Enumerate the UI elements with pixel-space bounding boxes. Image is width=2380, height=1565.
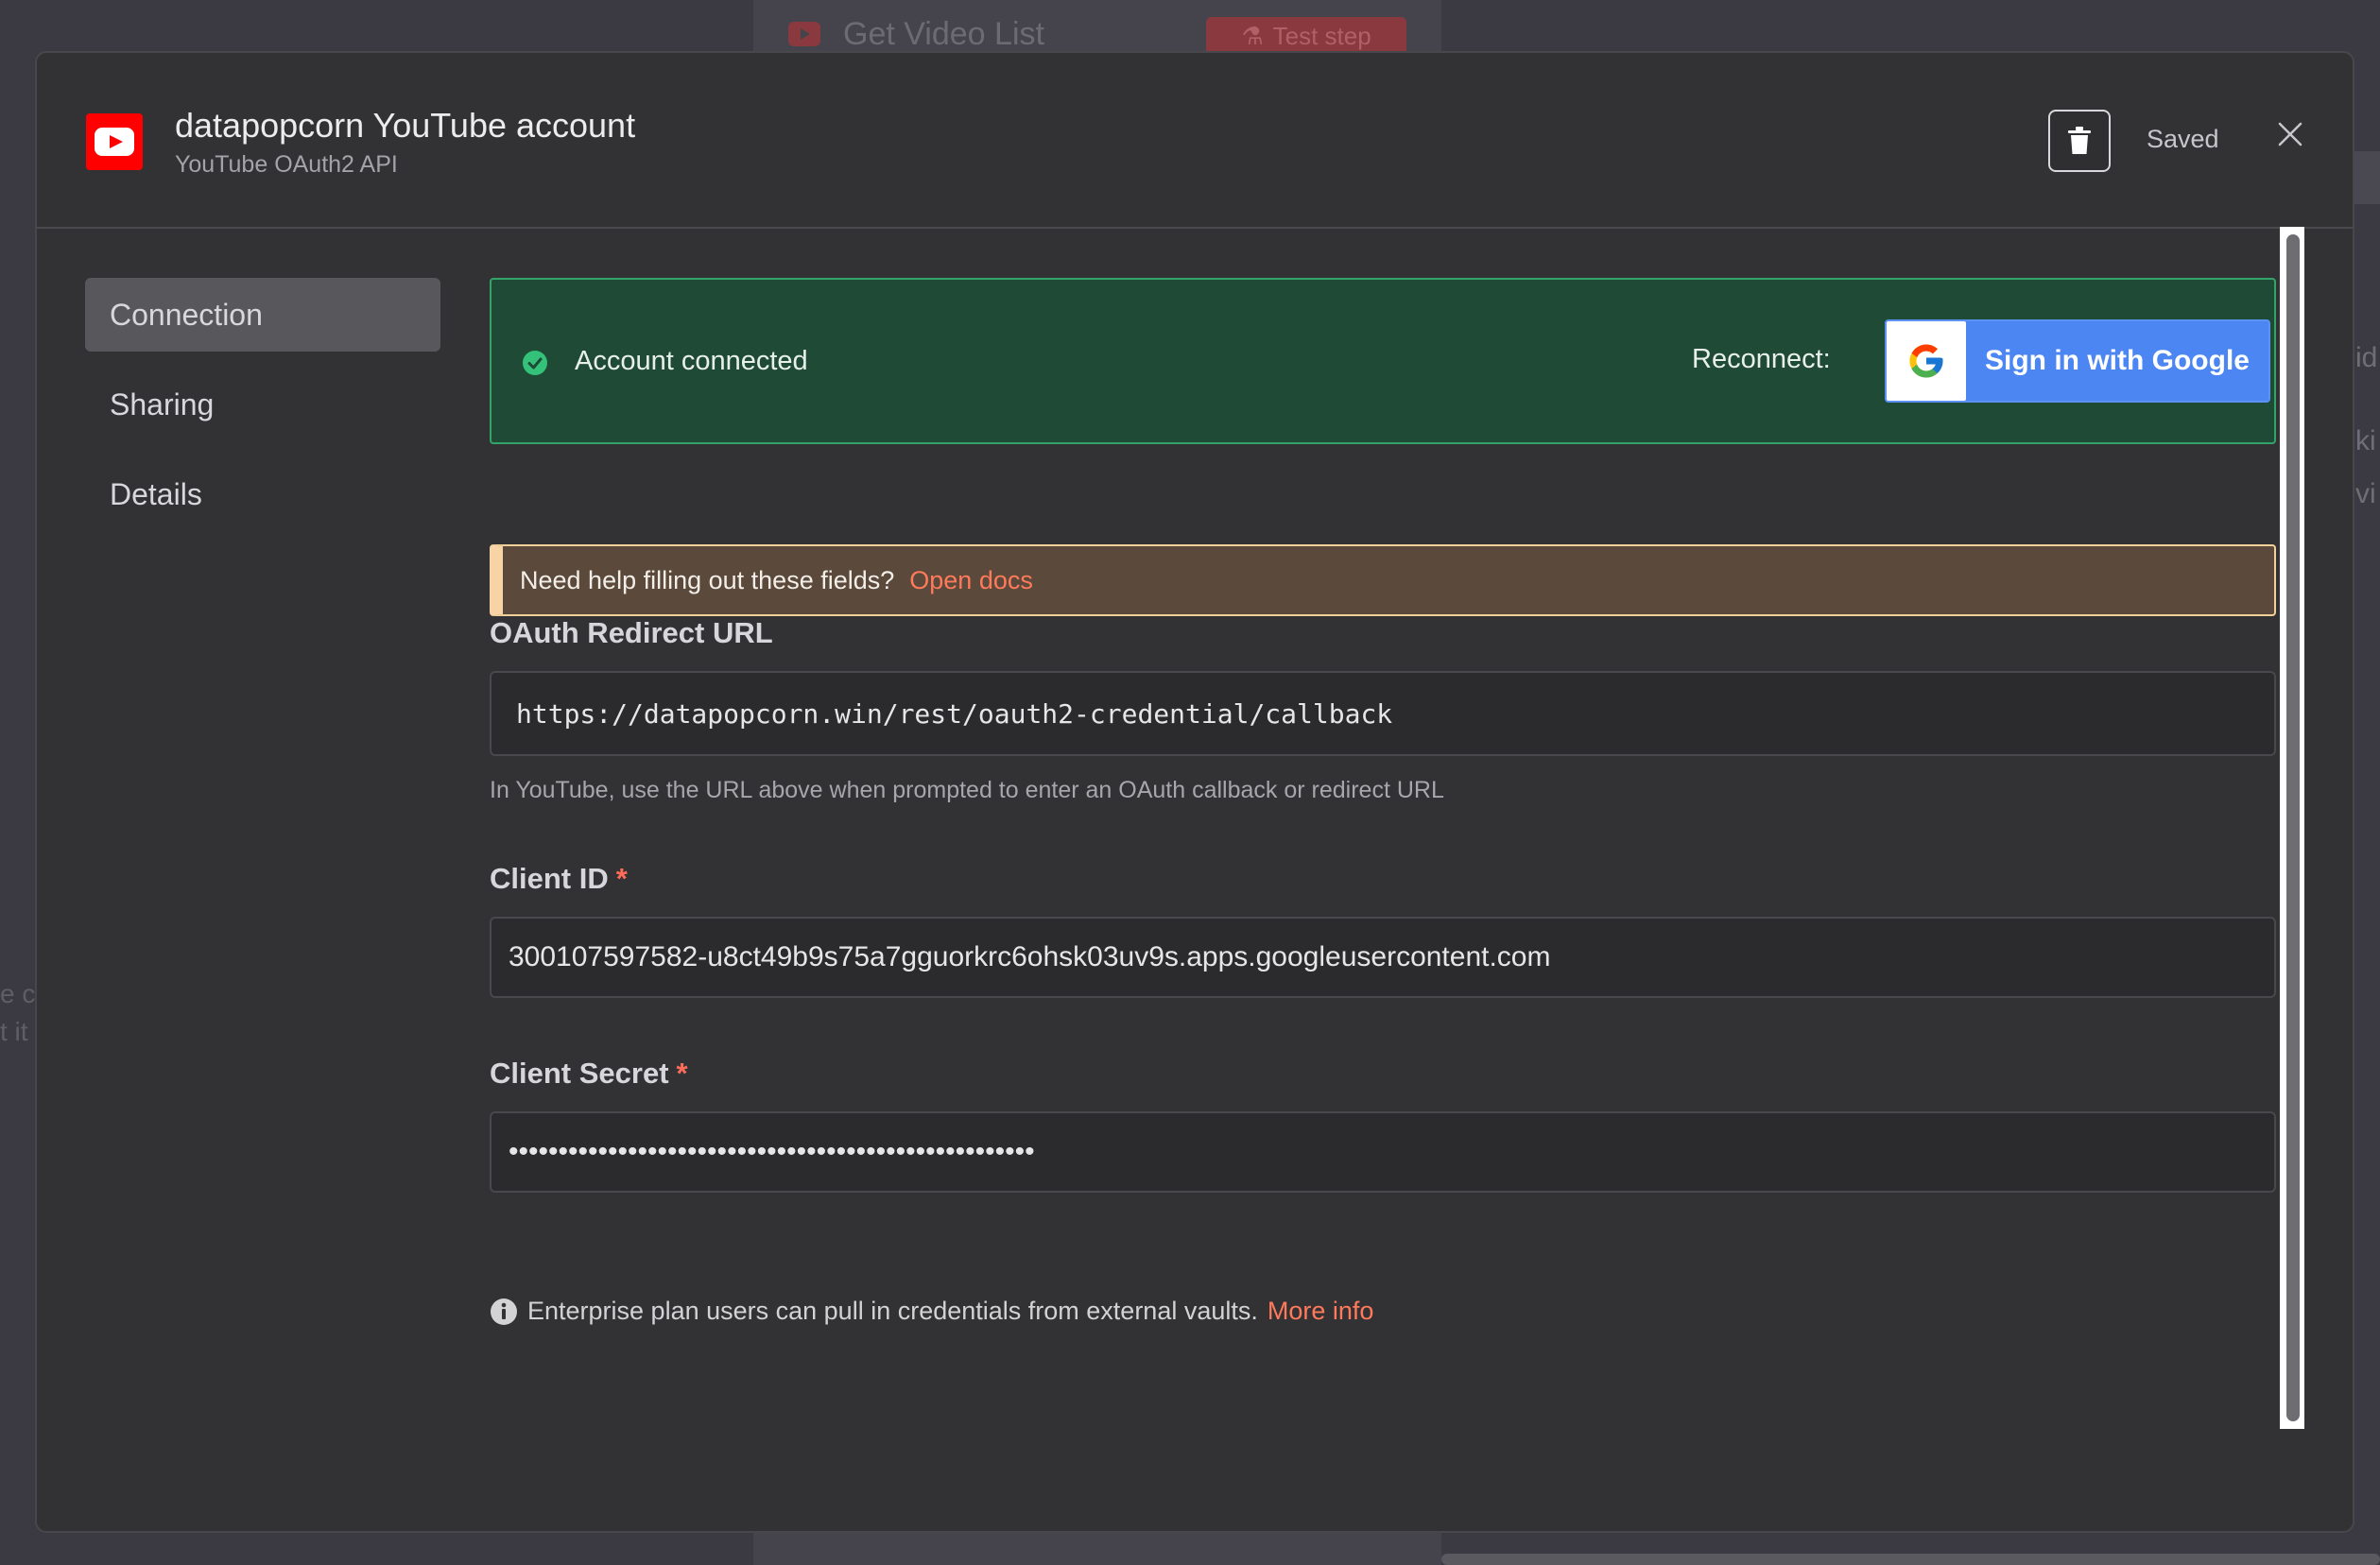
check-circle-icon	[523, 351, 547, 375]
background-right-fragment: id	[2355, 342, 2378, 373]
credential-type: YouTube OAuth2 API	[175, 151, 398, 178]
background-left-fragment: t it	[0, 1017, 28, 1046]
background-right-fragment: vi	[2355, 478, 2376, 509]
trash-icon	[2068, 127, 2091, 154]
sidebar-item-label: Connection	[110, 297, 263, 332]
reconnect-label: Reconnect:	[1692, 344, 1831, 374]
modal-header: datapopcorn YouTube account YouTube OAut…	[37, 53, 2353, 229]
sidebar-item-label: Details	[110, 476, 202, 511]
client-secret-label: Client Secret *	[490, 1057, 688, 1091]
required-mark: *	[615, 862, 628, 895]
test-step-label: Test step	[1272, 21, 1371, 50]
saved-status: Saved	[2147, 125, 2219, 153]
google-button-label: Sign in with Google	[1985, 345, 2250, 376]
delete-button[interactable]	[2048, 110, 2111, 172]
connection-panel: Account connected Reconnect: Sign in wit…	[490, 278, 2278, 1480]
background-horizontal-scrollbar	[1441, 1554, 2380, 1565]
required-mark: *	[676, 1057, 688, 1090]
redirect-url-label-text: OAuth Redirect URL	[490, 616, 773, 649]
client-id-label: Client ID *	[490, 862, 628, 896]
close-button[interactable]	[2271, 115, 2309, 153]
client-id-input[interactable]: 300107597582-u8ct49b9s75a7gguorkrc6ohsk0…	[490, 917, 2276, 998]
docs-help-banner: Need help filling out these fields? Open…	[490, 544, 2276, 616]
info-icon	[491, 1298, 517, 1325]
sidebar-item-sharing[interactable]: Sharing	[85, 368, 440, 441]
background-node-title: Get Video List	[843, 15, 1044, 52]
content-scrollbar-thumb[interactable]	[2286, 234, 2300, 1421]
youtube-icon	[788, 22, 820, 46]
more-info-link[interactable]: More info	[1268, 1297, 1374, 1326]
redirect-url-field[interactable]: https://datapopcorn.win/rest/oauth2-cred…	[490, 671, 2276, 756]
background-right-fragment: ki	[2355, 425, 2376, 456]
docs-help-text: Need help filling out these fields?	[520, 565, 895, 594]
connected-status-text: Account connected	[575, 346, 808, 376]
background-left-fragment: e c	[0, 979, 36, 1008]
enterprise-note-text: Enterprise plan users can pull in creden…	[527, 1297, 1258, 1325]
sidebar-item-details[interactable]: Details	[85, 457, 440, 531]
youtube-logo-icon	[86, 113, 143, 170]
sign-in-with-google-button[interactable]: Sign in with Google	[1885, 319, 2270, 403]
open-docs-link[interactable]: Open docs	[909, 566, 1033, 595]
background-right-panel	[2354, 151, 2380, 204]
redirect-url-value: https://datapopcorn.win/rest/oauth2-cred…	[516, 697, 1393, 730]
client-secret-value: ••••••••••••••••••••••••••••••••••••••••…	[509, 1136, 1035, 1167]
enterprise-note: Enterprise plan users can pull in creden…	[490, 1297, 1373, 1326]
flask-icon: ⚗	[1241, 21, 1264, 50]
client-secret-input[interactable]: ••••••••••••••••••••••••••••••••••••••••…	[490, 1111, 2276, 1193]
credential-sidebar: Connection Sharing Details	[85, 278, 440, 547]
credential-title[interactable]: datapopcorn YouTube account	[175, 106, 635, 146]
background-test-step-button: ⚗ Test step	[1206, 17, 1406, 55]
client-secret-label-text: Client Secret	[490, 1057, 669, 1090]
redirect-url-hint: In YouTube, use the URL above when promp…	[490, 777, 1444, 803]
sidebar-item-label: Sharing	[110, 387, 215, 421]
redirect-url-label: OAuth Redirect URL	[490, 616, 773, 650]
sidebar-item-connection[interactable]: Connection	[85, 278, 440, 352]
background-node-header: Get Video List	[788, 15, 1044, 52]
client-id-label-text: Client ID	[490, 862, 609, 895]
close-icon	[2278, 122, 2302, 146]
google-logo-icon	[1887, 321, 1966, 401]
client-id-value: 300107597582-u8ct49b9s75a7gguorkrc6ohsk0…	[509, 941, 1551, 972]
account-connected-banner: Account connected Reconnect: Sign in wit…	[490, 278, 2276, 444]
